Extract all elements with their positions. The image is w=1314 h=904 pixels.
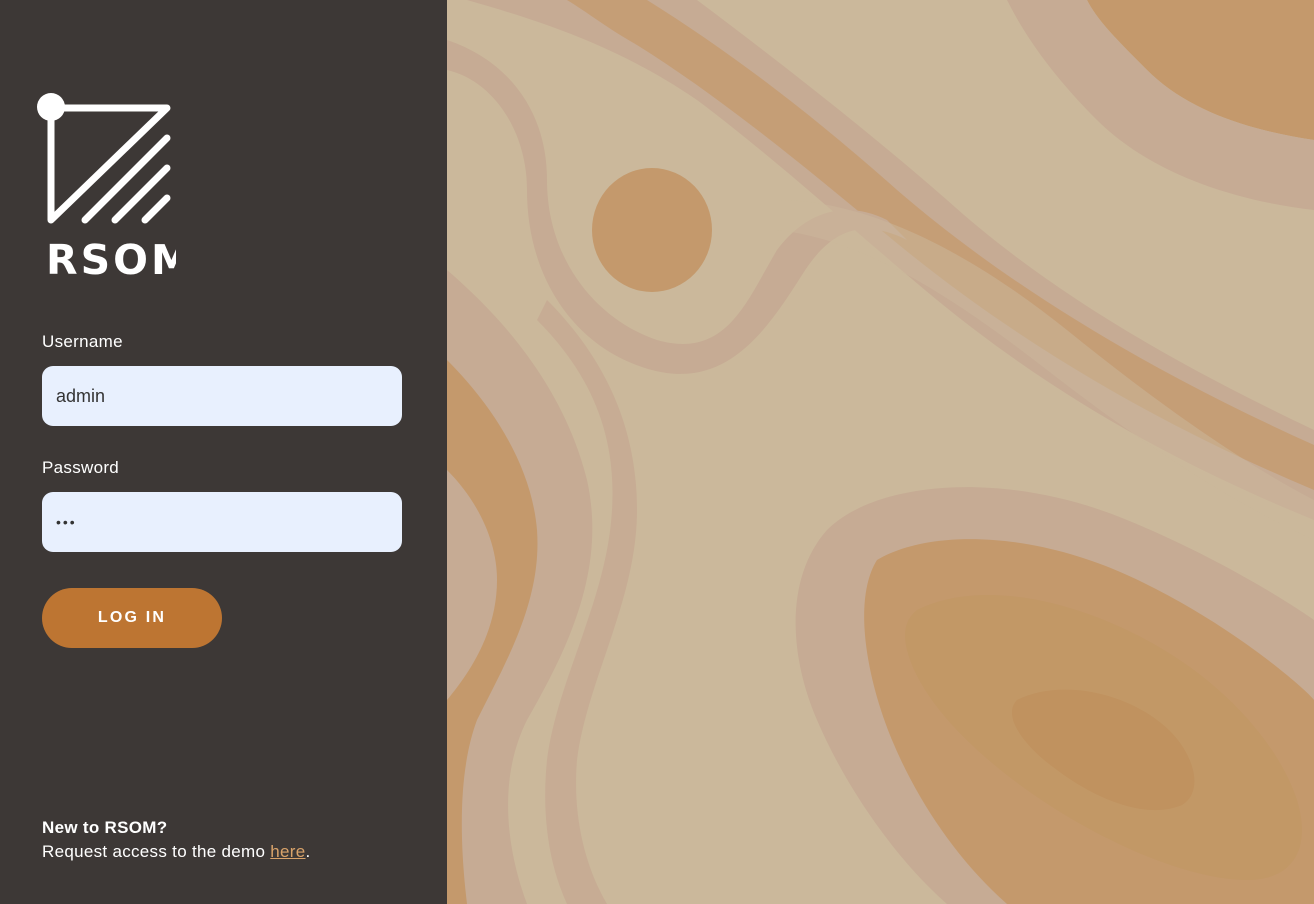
- brand-name: RSOM: [46, 236, 176, 278]
- topographic-map-background: [447, 0, 1314, 904]
- login-button[interactable]: LOG IN: [42, 588, 222, 648]
- request-access-suffix: .: [305, 842, 311, 861]
- login-page: RSOM Username Password LOG IN New to RSO…: [0, 0, 1314, 904]
- request-access-link[interactable]: here: [270, 842, 305, 861]
- request-access-prefix: Request access to the demo: [42, 842, 271, 861]
- username-input[interactable]: [42, 366, 402, 426]
- login-sidebar: RSOM Username Password LOG IN New to RSO…: [0, 0, 447, 904]
- rsom-logo-icon: RSOM: [37, 93, 176, 278]
- request-access-text: Request access to the demo here.: [42, 842, 311, 862]
- topographic-map-icon: [447, 0, 1314, 904]
- password-label: Password: [42, 458, 120, 477]
- username-label: Username: [42, 332, 123, 351]
- signup-heading: New to RSOM?: [42, 818, 168, 837]
- rsom-logo: RSOM: [36, 92, 176, 278]
- password-input[interactable]: [42, 492, 402, 552]
